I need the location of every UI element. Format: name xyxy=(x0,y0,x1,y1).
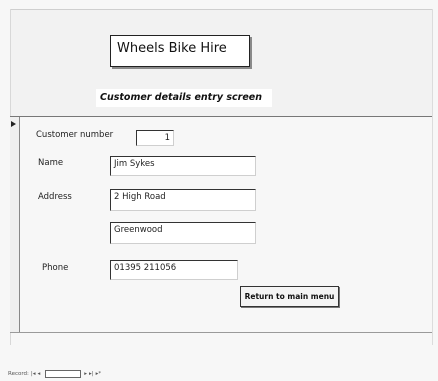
form-footer-divider xyxy=(10,332,432,333)
current-record-arrow-icon xyxy=(11,121,16,127)
customer-number-field[interactable]: 1 xyxy=(136,130,174,146)
name-field[interactable]: Jim Sykes xyxy=(110,156,256,176)
return-to-main-menu-button[interactable]: Return to main menu xyxy=(240,286,339,307)
form-right-border xyxy=(432,9,433,345)
form-title: Wheels Bike Hire xyxy=(117,41,227,56)
phone-label: Phone xyxy=(42,263,69,273)
address-label: Address xyxy=(38,192,72,202)
new-record-button[interactable]: ▸* xyxy=(96,371,102,377)
record-number-field[interactable] xyxy=(45,370,82,378)
form-subtitle: Customer details entry screen xyxy=(100,92,263,103)
record-label: Record: xyxy=(8,371,29,377)
customer-number-label: Customer number xyxy=(36,130,114,140)
last-record-button[interactable]: ▸| xyxy=(89,371,94,377)
phone-field[interactable]: 01395 211056 xyxy=(110,260,238,280)
record-navigation-bar: Record: |◂ ◂ ▸ ▸| ▸* xyxy=(8,369,103,379)
first-record-button[interactable]: |◂ xyxy=(31,371,36,377)
address-line2-field[interactable]: Greenwood xyxy=(110,222,256,244)
detail-section-divider xyxy=(10,116,432,117)
name-label: Name xyxy=(38,158,64,168)
form-title-box: Wheels Bike Hire xyxy=(110,35,250,67)
next-record-button[interactable]: ▸ xyxy=(84,371,87,377)
previous-record-button[interactable]: ◂ xyxy=(37,371,40,377)
record-selector[interactable] xyxy=(10,117,20,332)
address-line1-field[interactable]: 2 High Road xyxy=(110,189,256,211)
form-subtitle-box: Customer details entry screen xyxy=(96,89,272,107)
